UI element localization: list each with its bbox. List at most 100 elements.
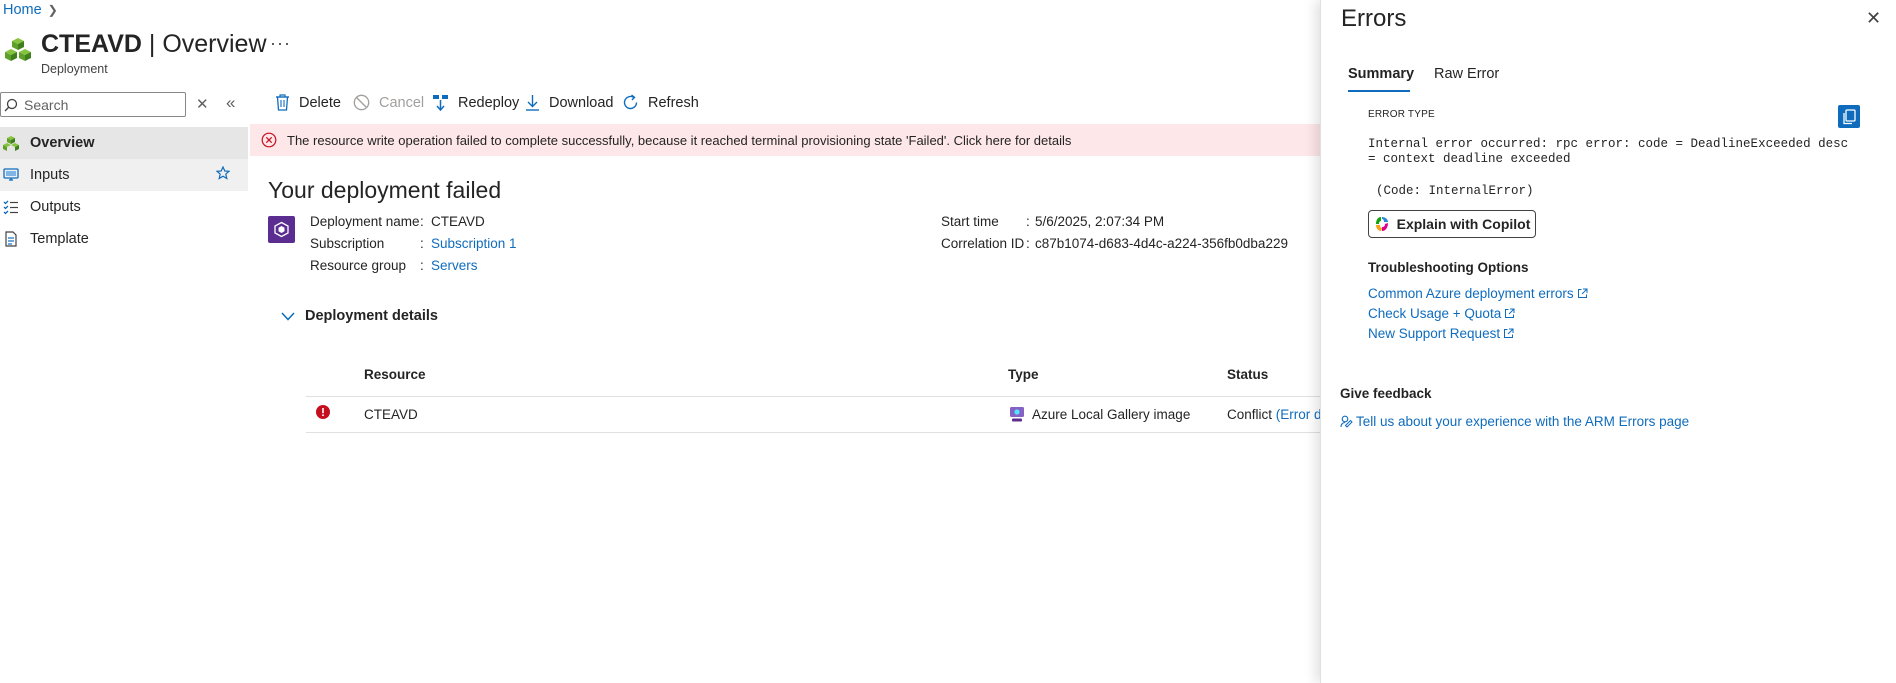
resource-group-link[interactable]: Servers [431, 258, 478, 273]
errors-panel-title: Errors [1341, 5, 1407, 32]
deployment-name-value: CTEAVD [431, 214, 485, 229]
copilot-icon [1374, 216, 1390, 232]
cancel-button[interactable]: Cancel [353, 94, 424, 111]
copy-button[interactable] [1838, 105, 1860, 128]
errors-panel: Errors ✕ Summary Raw Error ERROR TYPE In… [1320, 0, 1896, 683]
refresh-button[interactable]: Refresh [622, 94, 699, 111]
nav-search-input[interactable] [24, 96, 174, 113]
colon-separator: : [1026, 236, 1030, 251]
deployment-icon [268, 216, 295, 243]
start-time-value: 5/6/2025, 2:07:34 PM [1035, 214, 1165, 229]
nav-item-inputs[interactable]: Inputs [0, 159, 248, 191]
tab-summary[interactable]: Summary [1348, 66, 1414, 82]
download-button[interactable]: Download [525, 94, 614, 111]
deployment-cubes-icon [4, 38, 32, 68]
error-type-label: ERROR TYPE [1368, 109, 1435, 120]
subscription-label: Subscription [310, 236, 385, 251]
outputs-icon [3, 199, 19, 215]
download-icon [525, 94, 540, 111]
resource-group-label: Resource group [310, 258, 407, 273]
active-tab-indicator [1348, 90, 1410, 92]
row-divider [306, 432, 1320, 433]
clear-search-icon[interactable]: ✕ [196, 95, 209, 113]
table-row-type: Azure Local Gallery image [1032, 407, 1191, 422]
deployment-details-toggle[interactable]: Deployment details [281, 308, 438, 324]
delete-label: Delete [299, 94, 341, 111]
nav-item-label: Overview [30, 135, 95, 151]
table-row-status: Conflict (Error d [1227, 407, 1322, 422]
column-header-status[interactable]: Status [1227, 367, 1268, 382]
colon-separator: : [420, 258, 424, 273]
close-icon[interactable]: ✕ [1866, 8, 1881, 29]
tab-raw-error[interactable]: Raw Error [1434, 66, 1499, 82]
inputs-icon [3, 167, 19, 183]
page-title: CTEAVD | Overview [41, 30, 267, 58]
collapse-nav-icon[interactable]: « [226, 93, 235, 113]
correlation-id-label: Correlation ID [941, 236, 1025, 251]
error-status-icon [316, 405, 330, 419]
external-link-icon [1504, 308, 1515, 319]
error-message: Internal error occurred: rpc error: code… [1368, 137, 1849, 166]
status-text: Conflict [1227, 407, 1273, 422]
delete-button[interactable]: Delete [275, 94, 341, 111]
nav-item-label: Template [30, 231, 89, 247]
feedback-link-text[interactable]: Tell us about your experience with the A… [1356, 414, 1689, 429]
breadcrumb: Home ❯ [3, 2, 58, 18]
start-time-label: Start time [941, 214, 999, 229]
download-label: Download [549, 94, 614, 111]
nav-item-label: Inputs [30, 167, 70, 183]
nav-item-overview[interactable]: Overview [0, 127, 248, 159]
colon-separator: : [420, 236, 424, 251]
feedback-title: Give feedback [1340, 386, 1432, 401]
common-errors-link[interactable]: Common Azure deployment errors [1368, 286, 1588, 301]
support-request-link[interactable]: New Support Request [1368, 326, 1514, 341]
chevron-down-icon [281, 311, 295, 321]
table-row-resource: CTEAVD [364, 407, 418, 422]
breadcrumb-home-link[interactable]: Home [3, 2, 42, 18]
link-text[interactable]: New Support Request [1368, 326, 1500, 341]
colon-separator: : [420, 214, 424, 229]
colon-separator: : [1026, 214, 1030, 229]
favorite-star-icon[interactable] [216, 166, 230, 180]
template-icon [3, 231, 19, 247]
error-banner[interactable]: The resource write operation failed to c… [250, 124, 1320, 156]
search-icon [4, 98, 18, 112]
redeploy-button[interactable]: Redeploy [432, 94, 519, 111]
deployment-status-title: Your deployment failed [268, 177, 502, 203]
copy-icon [1842, 108, 1856, 125]
nav-item-label: Outputs [30, 199, 81, 215]
gallery-image-icon [1009, 406, 1025, 423]
deployment-name-label: Deployment name [310, 214, 420, 229]
refresh-label: Refresh [648, 94, 699, 111]
error-details-link[interactable]: (Error d [1276, 407, 1322, 422]
external-link-icon [1577, 288, 1588, 299]
error-circle-icon [261, 132, 277, 148]
column-header-type[interactable]: Type [1008, 367, 1039, 382]
redeploy-icon [432, 94, 449, 111]
deployment-details-label: Deployment details [305, 308, 438, 324]
copilot-button-label: Explain with Copilot [1396, 216, 1531, 232]
explain-with-copilot-button[interactable]: Explain with Copilot [1368, 210, 1536, 238]
nav-item-template[interactable]: Template [0, 223, 248, 255]
trash-icon [275, 94, 290, 111]
column-header-resource[interactable]: Resource [364, 367, 426, 382]
redeploy-label: Redeploy [458, 94, 520, 111]
troubleshooting-title: Troubleshooting Options [1368, 260, 1529, 275]
nav-search-box[interactable] [0, 92, 186, 117]
external-link-icon [1503, 328, 1514, 339]
cancel-label: Cancel [379, 94, 425, 111]
nav-item-outputs[interactable]: Outputs [0, 191, 248, 223]
usage-quota-link[interactable]: Check Usage + Quota [1368, 306, 1515, 321]
subscription-link[interactable]: Subscription 1 [431, 236, 517, 251]
overview-icon [3, 135, 19, 151]
cancel-icon [353, 94, 370, 111]
page-subtitle: Deployment [41, 62, 108, 76]
correlation-id-value: c87b1074-d683-4d4c-a224-356fb0dba229 [1035, 236, 1288, 251]
more-options-button[interactable]: ··· [270, 33, 291, 54]
link-text[interactable]: Check Usage + Quota [1368, 306, 1501, 321]
row-divider [306, 396, 1320, 397]
link-text[interactable]: Common Azure deployment errors [1368, 286, 1574, 301]
chevron-right-icon: ❯ [47, 3, 58, 17]
feedback-link[interactable]: Tell us about your experience with the A… [1340, 414, 1689, 429]
error-banner-text: The resource write operation failed to c… [287, 132, 1072, 148]
